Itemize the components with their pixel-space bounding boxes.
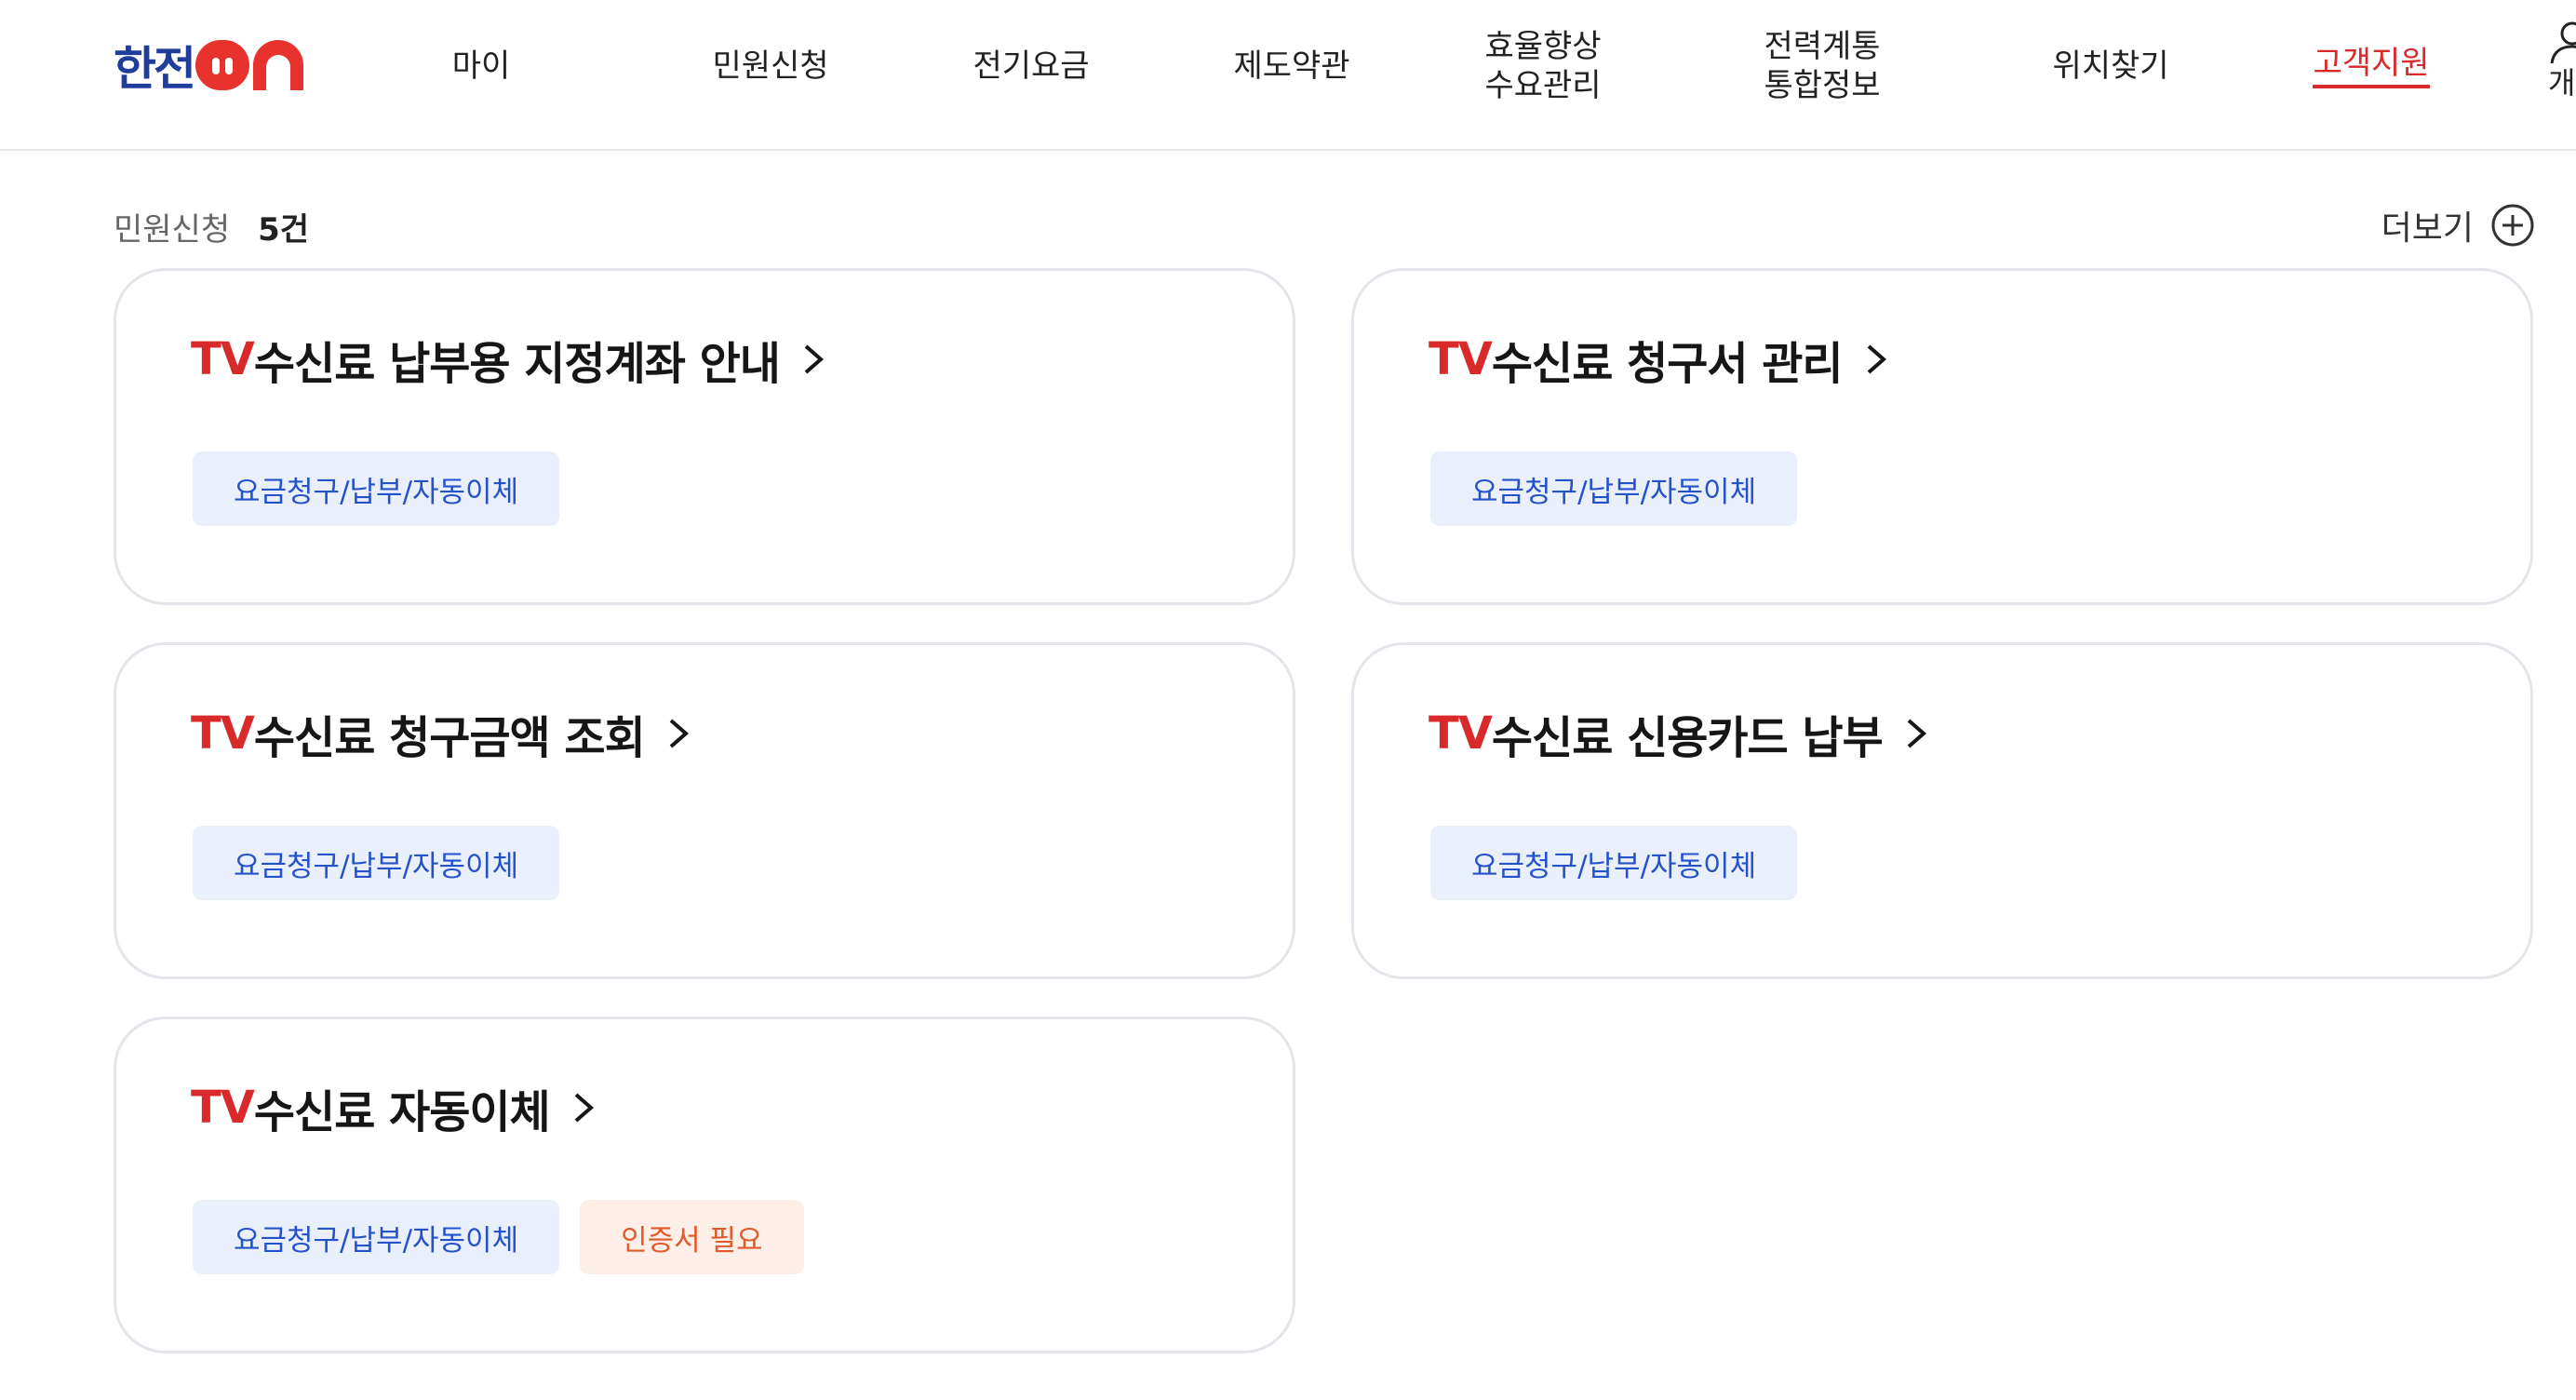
category-tag[interactable]: 요금청구/납부/자동이체 (1430, 826, 1798, 900)
card-title-text: 수신료 납부용 지정계좌 안내 (253, 338, 781, 390)
top-header: 한전 마이 민원신청 전기요금 제도약관 효율향상 수요관리 전력계통 통합정보… (0, 0, 2576, 151)
service-card[interactable]: TV 수신료 청구금액 조회 요금청구/납부/자동이체 (114, 642, 1295, 979)
tv-prefix: TV (191, 333, 255, 385)
nav-label: 고객지원 (2313, 44, 2430, 88)
nav-user-menu[interactable]: 개 (2548, 20, 2576, 102)
nav-item-location[interactable]: 위치찾기 (2018, 0, 2204, 132)
category-tag[interactable]: 요금청구/납부/자동이체 (193, 1200, 560, 1274)
user-label: 개 (2548, 65, 2576, 101)
nav-label: 민원신청 (712, 47, 829, 85)
service-card[interactable]: TV 수신료 신용카드 납부 요금청구/납부/자동이체 (1351, 642, 2533, 979)
user-icon (2550, 21, 2576, 64)
nav-item-terms[interactable]: 제도약관 (1199, 0, 1385, 132)
section-title: 민원신청 (114, 210, 231, 249)
result-count: 5건 (258, 210, 310, 249)
certificate-required-tag[interactable]: 인증서 필요 (580, 1200, 804, 1274)
tv-prefix: TV (1429, 333, 1493, 385)
chevron-right-icon (669, 719, 689, 748)
nav-item-civil-application[interactable]: 민원신청 (678, 0, 864, 132)
card-title: TV 수신료 자동이체 (191, 1077, 597, 1138)
tv-prefix: TV (191, 707, 255, 760)
nav-label-line1: 효율향상 (1484, 28, 1602, 65)
section-header: 민원신청 5건 (114, 203, 309, 249)
chevron-right-icon (804, 344, 824, 374)
card-title-text: 수신료 신용카드 납부 (1491, 712, 1884, 764)
tv-prefix: TV (1429, 707, 1493, 760)
chevron-right-icon (574, 1093, 594, 1123)
category-tag[interactable]: 요금청구/납부/자동이체 (193, 826, 560, 900)
service-card[interactable]: TV 수신료 납부용 지정계좌 안내 요금청구/납부/자동이체 (114, 268, 1295, 605)
tag-list: 요금청구/납부/자동이체 (1430, 826, 1818, 900)
nav-label: 제도약관 (1233, 47, 1350, 85)
category-tag[interactable]: 요금청구/납부/자동이체 (1430, 451, 1798, 526)
service-card[interactable]: TV 수신료 청구서 관리 요금청구/납부/자동이체 (1351, 268, 2533, 605)
tag-list: 요금청구/납부/자동이체 (193, 451, 580, 526)
service-card[interactable]: TV 수신료 자동이체 요금청구/납부/자동이체 인증서 필요 (114, 1016, 1295, 1353)
nav-item-electricity-rates[interactable]: 전기요금 (938, 0, 1124, 132)
tag-list: 요금청구/납부/자동이체 인증서 필요 (193, 1200, 825, 1274)
kepco-on-logo[interactable]: 한전 (114, 37, 303, 96)
category-tag[interactable]: 요금청구/납부/자동이체 (193, 451, 560, 526)
card-title: TV 수신료 신용카드 납부 (1429, 703, 1929, 764)
card-title: TV 수신료 납부용 지정계좌 안내 (191, 329, 826, 390)
chevron-right-icon (1907, 719, 1926, 748)
nav-item-customer-support[interactable]: 고객지원 (2278, 0, 2464, 132)
nav-label: 위치찾기 (2052, 47, 2169, 85)
nav-item-demand-management[interactable]: 효율향상 수요관리 (1450, 0, 1636, 132)
nav-item-my[interactable]: 마이 (407, 0, 556, 132)
nav-item-grid-info[interactable]: 전력계통 통합정보 (1729, 0, 1915, 132)
card-title-text: 수신료 청구서 관리 (1491, 338, 1844, 390)
nav-label-line1: 전력계통 (1764, 28, 1881, 65)
more-button[interactable]: 더보기 (2381, 199, 2535, 251)
chevron-right-icon (1867, 344, 1886, 374)
logo-on-mark (195, 40, 303, 90)
card-title-text: 수신료 자동이체 (253, 1086, 551, 1138)
nav-label: 전기요금 (973, 47, 1090, 85)
logo-text: 한전 (114, 42, 196, 96)
tag-list: 요금청구/납부/자동이체 (1430, 451, 1818, 526)
card-title: TV 수신료 청구금액 조회 (191, 703, 691, 764)
nav-label: 마이 (451, 47, 511, 85)
card-title-text: 수신료 청구금액 조회 (253, 712, 646, 764)
nav-label-line2: 통합정보 (1764, 67, 1881, 104)
more-label: 더보기 (2381, 209, 2474, 248)
nav-label-line2: 수요관리 (1484, 67, 1602, 104)
card-title: TV 수신료 청구서 관리 (1429, 329, 1889, 390)
tag-list: 요금청구/납부/자동이체 (193, 826, 580, 900)
plus-circle-icon (2491, 204, 2534, 247)
tv-prefix: TV (191, 1082, 255, 1134)
